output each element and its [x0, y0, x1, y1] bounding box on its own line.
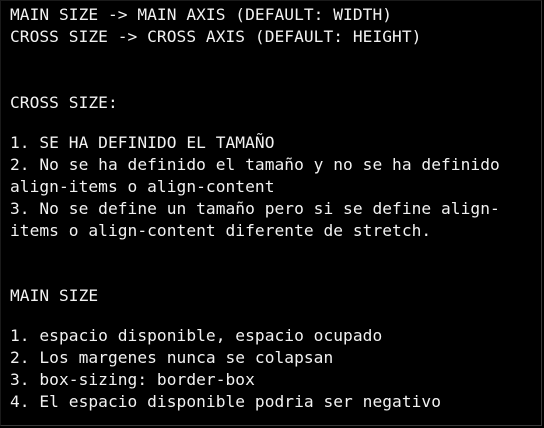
cross-size-line: items o align-content diferente de stret…	[10, 221, 432, 240]
cross-size-heading: CROSS SIZE:	[10, 93, 118, 112]
cross-size-line: align-items o align-content	[10, 177, 275, 196]
header-line-main: MAIN SIZE -> MAIN AXIS (DEFAULT: WIDTH)	[10, 5, 393, 24]
cross-size-line: 2. No se ha definido el tamaño y no se h…	[10, 155, 500, 174]
main-size-line: 2. Los margenes nunca se colapsan	[10, 348, 334, 367]
main-size-line: 1. espacio disponible, espacio ocupado	[10, 326, 383, 345]
cross-size-line: 1. SE HA DEFINIDO EL TAMAÑO	[10, 133, 275, 152]
header-line-cross: CROSS SIZE -> CROSS AXIS (DEFAULT: HEIGH…	[10, 27, 422, 46]
main-size-heading: MAIN SIZE	[10, 286, 99, 305]
terminal-window: MAIN SIZE -> MAIN AXIS (DEFAULT: WIDTH) …	[0, 0, 542, 426]
cross-size-line: 3. No se define un tamaño pero si se def…	[10, 199, 500, 218]
main-size-line: 3. box-sizing: border-box	[10, 370, 255, 389]
main-size-line: 4. El espacio disponible podria ser nega…	[10, 392, 442, 411]
